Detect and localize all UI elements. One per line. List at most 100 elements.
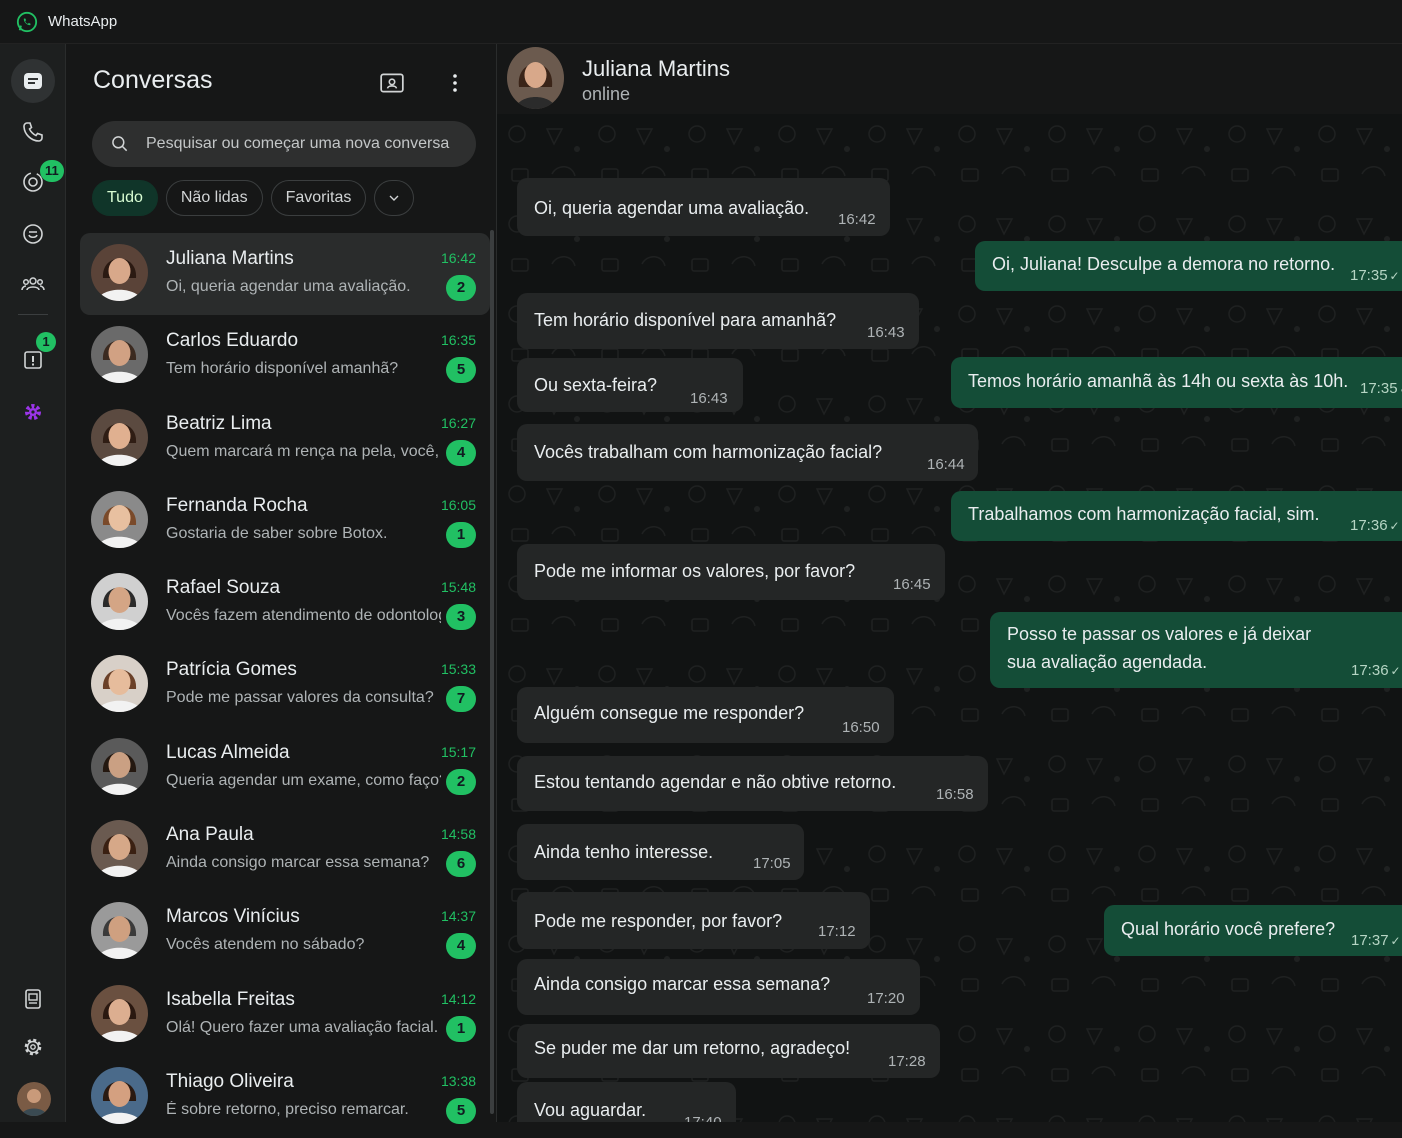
incoming-message[interactable]: Pode me informar os valores, por favor? 1… <box>517 544 945 600</box>
chat-avatar <box>91 737 148 795</box>
incoming-message[interactable]: Se puder me dar um retorno, agradeço! 17:… <box>517 1024 940 1078</box>
status-badge: 11 <box>40 160 64 182</box>
filter-favorites[interactable]: Favoritas <box>270 180 367 216</box>
message-time: 17:05 <box>753 855 791 872</box>
chat-avatar-image <box>91 326 148 384</box>
message-text: Estou tentando agendar e não obtive reto… <box>534 772 897 792</box>
filter-unread[interactable]: Não lidas <box>165 180 263 216</box>
outgoing-message[interactable]: Temos horário amanhã às 14h ou sexta às … <box>951 357 1402 408</box>
message-text: Oi, Juliana! Desculpe a demora no retorn… <box>992 254 1336 274</box>
rail-divider <box>18 314 48 315</box>
chat-name: Isabella Freitas <box>166 988 295 1010</box>
filter-all[interactable]: Tudo <box>92 180 158 216</box>
search-bar[interactable] <box>92 121 476 167</box>
message-time-text: 17:36 <box>1351 662 1389 679</box>
chats-nav-button[interactable] <box>11 59 55 103</box>
incoming-message[interactable]: Alguém consegue me responder? 16:50 <box>517 687 894 743</box>
message-text: Qual horário você prefere? <box>1121 919 1336 939</box>
incoming-message[interactable]: Vocês trabalham com harmonização facial?… <box>517 424 978 481</box>
incoming-message[interactable]: Estou tentando agendar e não obtive reto… <box>517 756 988 811</box>
chevron-down-icon <box>389 195 399 201</box>
chat-row[interactable]: Patrícia Gomes 15:33 Pode me passar valo… <box>80 644 490 726</box>
channels-nav-button[interactable] <box>11 212 55 256</box>
incoming-message[interactable]: Ainda consigo marcar essa semana? 17:20 <box>517 959 920 1015</box>
message-time-text: 16:45 <box>893 576 931 593</box>
message-text: Se puder me dar um retorno, agradeço! <box>534 1038 851 1058</box>
incoming-message[interactable]: Tem horário disponível para amanhã? 16:43 <box>517 293 919 349</box>
whatsapp-logo-icon <box>16 11 38 32</box>
chat-time: 14:12 <box>440 990 476 1007</box>
message-text: Pode me responder, por favor? <box>534 911 783 931</box>
automation-nav-button[interactable] <box>11 390 55 434</box>
chat-preview: Gostaria de saber sobre Botox. <box>166 524 388 542</box>
panel-title: Conversas <box>93 66 213 94</box>
unread-badge: 2 <box>446 768 476 795</box>
chat-row[interactable]: Isabella Freitas 14:12 Olá! Quero fazer … <box>80 974 490 1056</box>
incoming-message[interactable]: Oi, queria agendar uma avaliação. 16:42 <box>517 178 890 236</box>
outgoing-message[interactable]: Posso te passar os valores e já deixar su… <box>990 612 1402 688</box>
calls-nav-button[interactable] <box>11 110 55 154</box>
chat-avatar <box>91 820 148 878</box>
outgoing-message[interactable]: Qual horário você prefere? 17:37 ✓ <box>1104 905 1402 956</box>
incoming-message[interactable]: Ainda tenho interesse. 17:05 <box>517 824 804 880</box>
unread-badge: 5 <box>446 357 476 384</box>
chat-preview: Vocês atendem no sábado? <box>166 936 365 954</box>
chat-preview: Ainda consigo marcar essa semana? <box>166 854 430 872</box>
chat-time: 15:48 <box>440 579 476 596</box>
conversation-header[interactable]: Juliana Martins online <box>497 44 1402 114</box>
chat-preview: Quem marcará m rença na pela, você, tim? <box>166 442 441 460</box>
chat-name: Fernanda Rocha <box>166 494 308 516</box>
message-time: 17:36 ✓ <box>1350 517 1400 534</box>
filter-chips: Tudo Não lidas Favoritas <box>92 180 415 216</box>
message-text: Pode me informar os valores, por favor? <box>534 561 856 581</box>
communities-nav-button[interactable] <box>11 262 55 306</box>
settings-nav-button[interactable] <box>11 1025 55 1069</box>
contact-avatar[interactable] <box>507 47 564 109</box>
chat-avatar <box>91 573 148 631</box>
outgoing-message[interactable]: Trabalhamos com harmonização facial, sim… <box>951 491 1402 541</box>
message-time: 17:35✓ <box>1350 267 1400 284</box>
chat-row[interactable]: Marcos Vinícius 14:37 Vocês atendem no s… <box>80 891 490 973</box>
chat-preview: Pode me passar valores da consulta? <box>166 689 434 707</box>
unread-badge: 2 <box>446 275 476 301</box>
incoming-message[interactable]: Pode me responder, por favor? 17:12 <box>517 892 870 949</box>
menu-button[interactable] <box>440 68 470 98</box>
new-chat-icon <box>380 73 404 93</box>
channels-icon <box>23 224 43 244</box>
chat-time: 14:37 <box>440 908 476 925</box>
chat-name: Marcos Vinícius <box>166 906 300 928</box>
filter-more-button[interactable] <box>374 180 415 216</box>
incoming-message[interactable]: Ou sexta-feira? 16:43 <box>517 358 743 412</box>
message-text: Vocês trabalham com harmonização facial? <box>534 442 883 462</box>
chat-row[interactable]: Carlos Eduardo 16:35 Tem horário disponí… <box>80 315 490 397</box>
incoming-message[interactable]: Vou aguardar. 17:40 <box>517 1082 736 1122</box>
chat-preview: Oi, queria agendar uma avaliação. <box>166 278 411 295</box>
chat-row[interactable]: Thiago Oliveira 13:38 É sobre retorno, p… <box>80 1056 490 1138</box>
chat-list-scrollbar[interactable] <box>490 230 494 1114</box>
chat-row[interactable]: Juliana Martins 16:42 Oi, queria agendar… <box>80 233 490 316</box>
chat-row[interactable]: Beatriz Lima 16:27 Quem marcará m rença … <box>80 398 490 480</box>
nav-rail: 11 1 <box>0 44 66 1122</box>
outgoing-message[interactable]: Oi, Juliana! Desculpe a demora no retorn… <box>975 241 1402 291</box>
message-time: 16:43 <box>690 390 728 407</box>
new-chat-button[interactable] <box>377 68 407 98</box>
check-icon: ✓ <box>1389 269 1400 283</box>
message-time-text: 17:35 <box>1360 380 1398 397</box>
search-input[interactable] <box>146 135 466 153</box>
chat-name: Juliana Martins <box>166 248 294 269</box>
profile-avatar-image <box>17 1082 51 1116</box>
message-text: Ainda tenho interesse. <box>534 842 714 862</box>
chat-row[interactable]: Lucas Almeida 15:17 Queria agendar um ex… <box>80 727 490 809</box>
more-vertical-icon <box>453 74 457 92</box>
gear-icon <box>24 1038 42 1056</box>
profile-avatar[interactable] <box>17 1082 51 1116</box>
message-time-text: 17:05 <box>753 855 791 872</box>
archive-nav-button[interactable] <box>11 977 55 1021</box>
chat-time: 15:17 <box>440 743 476 760</box>
chat-row[interactable]: Ana Paula 14:58 Ainda consigo marcar ess… <box>80 809 490 891</box>
chat-avatar <box>91 1066 148 1124</box>
chat-row[interactable]: Fernanda Rocha 16:05 Gostaria de saber s… <box>80 480 490 562</box>
chat-row[interactable]: Rafael Souza 15:48 Vocês fazem atendimen… <box>80 562 490 644</box>
message-time: 16:50 <box>842 719 880 736</box>
chat-name: Beatriz Lima <box>166 412 272 434</box>
